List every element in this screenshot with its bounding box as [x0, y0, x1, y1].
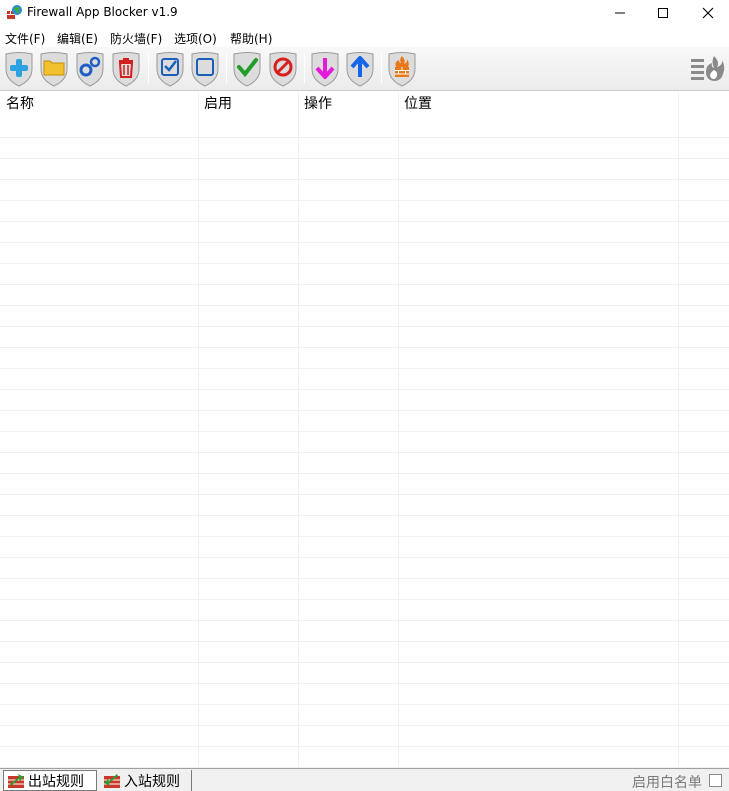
row-gridline	[0, 494, 729, 495]
outbound-rules-icon	[8, 773, 24, 788]
tab-outbound-rules[interactable]: 出站规则	[3, 770, 97, 791]
close-button[interactable]	[685, 0, 729, 26]
arrow-up-icon	[346, 52, 374, 87]
row-gridline	[0, 746, 729, 747]
column-header-location[interactable]: 位置	[398, 92, 678, 116]
column-header-name[interactable]: 名称	[0, 92, 198, 116]
menu-bar: 文件(F) 编辑(E) 防火墙(F) 选项(O) 帮助(H)	[0, 27, 729, 47]
move-down-button[interactable]	[309, 50, 341, 88]
minimize-icon	[615, 12, 625, 14]
add-button[interactable]	[3, 50, 35, 88]
firewall-button[interactable]	[386, 50, 418, 88]
tab-outbound-label: 出站规则	[28, 773, 84, 790]
row-gridline	[0, 536, 729, 537]
row-gridline	[0, 179, 729, 180]
row-gridline	[0, 641, 729, 642]
row-gridline	[0, 158, 729, 159]
column-divider	[298, 92, 299, 768]
title-bar: Firewall App Blocker v1.9	[0, 0, 729, 26]
block-icon	[269, 52, 297, 87]
row-gridline	[0, 725, 729, 726]
window-title: Firewall App Blocker v1.9	[27, 5, 178, 19]
menu-file[interactable]: 文件(F)	[5, 30, 45, 47]
folder-icon	[40, 52, 68, 87]
row-gridline	[0, 242, 729, 243]
row-gridline	[0, 410, 729, 411]
firewall-menu-button[interactable]	[690, 50, 726, 88]
menu-options[interactable]: 选项(O)	[174, 30, 217, 47]
move-up-button[interactable]	[344, 50, 376, 88]
open-folder-button[interactable]	[38, 50, 70, 88]
tab-inbound-label: 入站规则	[124, 773, 180, 790]
row-gridline	[0, 305, 729, 306]
row-gridline	[0, 389, 729, 390]
close-icon	[702, 7, 714, 19]
app-icon	[7, 5, 22, 19]
menu-firewall[interactable]: 防火墙(F)	[110, 30, 162, 47]
inbound-rules-icon	[104, 773, 120, 788]
whitelist-label: 启用白名单	[632, 775, 702, 791]
column-header-enabled[interactable]: 启用	[198, 92, 298, 116]
row-gridline	[0, 515, 729, 516]
row-gridline	[0, 683, 729, 684]
app-window: Firewall App Blocker v1.9 文件(F) 编辑(E) 防火…	[0, 0, 729, 791]
select-all-button[interactable]	[154, 50, 186, 88]
row-gridline	[0, 662, 729, 663]
row-gridline	[0, 263, 729, 264]
maximize-icon	[658, 8, 668, 18]
toolbar-separator	[226, 53, 227, 83]
toolbar-separator	[148, 53, 149, 83]
check-icon	[233, 52, 261, 87]
toolbar	[0, 47, 729, 91]
row-gridline	[0, 137, 729, 138]
column-divider	[198, 92, 199, 768]
row-gridline	[0, 347, 729, 348]
firewall-menu-icon	[691, 56, 725, 81]
checkbox-checked-icon	[156, 52, 184, 87]
whitelist-checkbox[interactable]	[709, 774, 722, 787]
list-header: 名称 启用 操作 位置	[0, 92, 729, 116]
add-icon	[5, 52, 33, 87]
toolbar-separator	[381, 53, 382, 83]
row-gridline	[0, 620, 729, 621]
row-gridline	[0, 557, 729, 558]
row-gridline	[0, 452, 729, 453]
column-divider	[398, 92, 399, 768]
firewall-icon	[388, 52, 416, 87]
column-divider	[678, 92, 679, 768]
row-gridline	[0, 326, 729, 327]
maximize-button[interactable]	[640, 0, 686, 26]
status-bar: 出站规则 入站规则 启用白名单	[0, 768, 729, 791]
settings-button[interactable]	[74, 50, 106, 88]
row-gridline	[0, 578, 729, 579]
menu-edit[interactable]: 编辑(E)	[57, 30, 98, 47]
deselect-all-button[interactable]	[189, 50, 221, 88]
column-header-action[interactable]: 操作	[298, 92, 398, 116]
trash-icon	[112, 52, 140, 87]
tab-inbound-rules[interactable]: 入站规则	[100, 770, 192, 791]
toolbar-separator	[304, 53, 305, 83]
delete-button[interactable]	[110, 50, 142, 88]
row-gridline	[0, 704, 729, 705]
minimize-button[interactable]	[597, 0, 643, 26]
block-button[interactable]	[267, 50, 299, 88]
row-gridline	[0, 200, 729, 201]
allow-button[interactable]	[231, 50, 263, 88]
rules-list[interactable]: 名称 启用 操作 位置	[0, 92, 729, 768]
row-gridline	[0, 368, 729, 369]
row-gridline	[0, 599, 729, 600]
row-gridline	[0, 221, 729, 222]
row-gridline	[0, 431, 729, 432]
row-gridline	[0, 473, 729, 474]
gears-icon	[76, 52, 104, 87]
menu-help[interactable]: 帮助(H)	[230, 30, 272, 47]
row-gridline	[0, 284, 729, 285]
arrow-down-icon	[311, 52, 339, 87]
checkbox-empty-icon	[191, 52, 219, 87]
